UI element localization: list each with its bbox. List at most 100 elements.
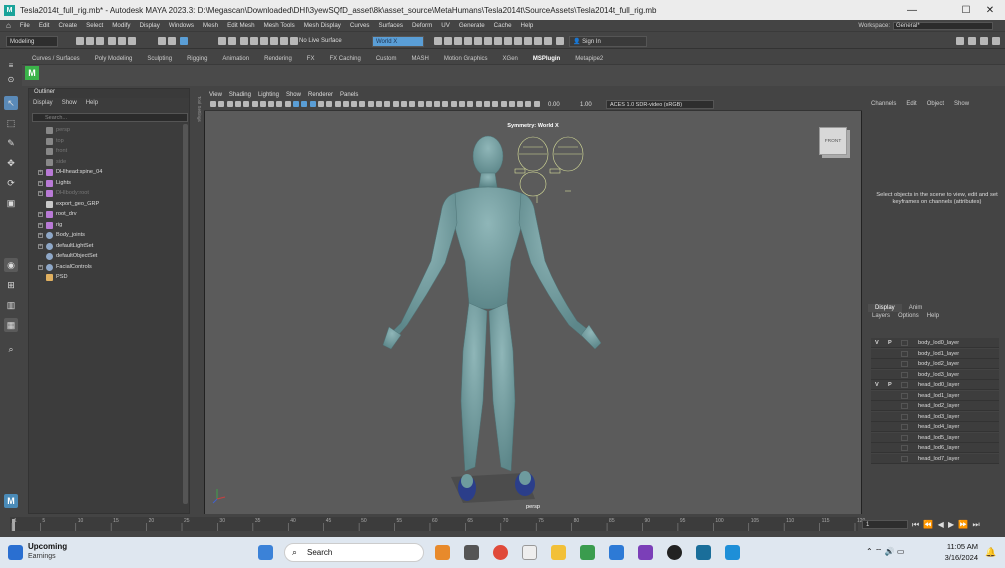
viewport-menu-shading[interactable]: Shading <box>229 92 251 98</box>
layer-color-swatch[interactable] <box>901 392 908 399</box>
menu-uv[interactable]: UV <box>441 22 450 29</box>
widget-title[interactable]: Upcoming <box>28 542 67 551</box>
chrome-icon[interactable] <box>493 545 508 560</box>
menu-help[interactable]: Help <box>521 22 534 29</box>
viewport-tool-icon[interactable] <box>276 101 283 107</box>
viewport-tool-icon[interactable] <box>517 101 524 107</box>
menu-display[interactable]: Display <box>140 22 160 29</box>
shelf-tab-fx[interactable]: FX <box>307 56 315 62</box>
viewport-tool-icon[interactable] <box>309 101 316 107</box>
status-tool-icon[interactable] <box>504 37 512 45</box>
outliner-item[interactable]: PSD <box>29 272 189 283</box>
viewport-tool-icon[interactable] <box>268 101 275 107</box>
visual-studio-icon[interactable] <box>638 545 653 560</box>
viewport-tool-icon[interactable] <box>508 101 515 107</box>
outliner-menu-display[interactable]: Display <box>33 100 53 106</box>
channel-menu-channels[interactable]: Channels <box>871 101 896 107</box>
layer-tab-display[interactable]: Display <box>868 304 902 312</box>
layer-row[interactable]: body_lod2_layer <box>871 359 999 369</box>
layer-visibility-toggle[interactable]: V <box>875 380 881 390</box>
vscode-icon[interactable] <box>609 545 624 560</box>
viewport-tool-icon[interactable] <box>376 101 382 107</box>
layer-color-swatch[interactable] <box>901 445 908 451</box>
viewport-tool-icon[interactable] <box>400 101 407 107</box>
expand-toggle-icon[interactable]: + <box>38 233 43 238</box>
layer-color-swatch[interactable] <box>901 434 908 441</box>
layer-row[interactable]: body_lod3_layer <box>871 369 999 380</box>
outliner-item[interactable]: + root_drv <box>29 209 189 220</box>
menu-modify[interactable]: Modify <box>112 22 130 29</box>
shelf-tab-motion-graphics[interactable]: Motion Graphics <box>444 56 488 62</box>
channel-menu-show[interactable]: Show <box>954 101 969 107</box>
viewport-tool-icon[interactable] <box>218 101 225 107</box>
move-tool-icon[interactable]: ✥ <box>4 156 18 170</box>
layer-visibility-toggle[interactable]: V <box>875 338 881 348</box>
layer-color-swatch[interactable] <box>901 350 908 357</box>
layer-row[interactable]: head_lod1_layer <box>871 390 999 401</box>
layer-playback-toggle[interactable]: P <box>888 338 894 348</box>
layer-menu-options[interactable]: Options <box>898 313 919 319</box>
layer-menu-help[interactable]: Help <box>927 313 939 319</box>
shelf-tab-sculpting[interactable]: Sculpting <box>147 56 172 62</box>
status-tool-icon[interactable] <box>524 37 532 45</box>
weather-icon[interactable] <box>8 545 23 560</box>
status-tool-icon[interactable] <box>280 37 288 45</box>
status-tool-icon[interactable] <box>464 37 472 45</box>
viewport-tool-icon[interactable] <box>226 101 233 107</box>
menu-file[interactable]: File <box>20 22 30 29</box>
outliner-item[interactable]: + DHIhead:spine_04 <box>29 167 189 178</box>
copilot-icon[interactable] <box>435 545 450 560</box>
layer-row[interactable]: V Pbody_lod0_layer <box>871 338 999 348</box>
status-tool-icon[interactable] <box>474 37 482 45</box>
layer-color-swatch[interactable] <box>901 424 908 430</box>
3d-viewport[interactable]: Symmetry: World X persp FRONT <box>205 111 861 514</box>
outliner-item[interactable]: + defaultLightSet <box>29 241 189 252</box>
grid-menu-icon[interactable]: ≡ <box>4 58 18 72</box>
layer-color-swatch[interactable] <box>901 403 908 409</box>
outliner-item[interactable]: + DHIbody:root <box>29 188 189 199</box>
status-tool-icon[interactable] <box>544 37 552 45</box>
shelf-tab-poly-modeling[interactable]: Poly Modeling <box>95 56 133 62</box>
shelf-tab-animation[interactable]: Animation <box>222 56 249 62</box>
viewport-tool-icon[interactable] <box>483 101 490 107</box>
status-tool-icon[interactable] <box>484 37 492 45</box>
menu-edit-mesh[interactable]: Edit Mesh <box>227 22 255 29</box>
status-tool-icon[interactable] <box>218 37 226 45</box>
outliner-item[interactable]: top <box>29 136 189 147</box>
outliner-item[interactable]: + rig <box>29 220 189 231</box>
shelf-tab-custom[interactable]: Custom <box>376 56 397 62</box>
status-tool-icon[interactable] <box>980 37 988 45</box>
expand-toggle-icon[interactable]: + <box>38 264 43 270</box>
outliner-scrollbar[interactable] <box>183 124 188 504</box>
current-frame-field[interactable]: 1 <box>862 520 908 529</box>
gamma-field[interactable]: 1.00 <box>580 102 592 108</box>
close-button[interactable]: ✕ <box>975 0 1005 20</box>
menu-windows[interactable]: Windows <box>169 22 194 29</box>
status-tool-icon[interactable] <box>494 37 502 45</box>
sign-in-button[interactable]: 👤 Sign In <box>569 36 647 47</box>
layer-color-swatch[interactable] <box>901 371 908 378</box>
start-icon[interactable] <box>258 545 273 560</box>
status-tool-icon[interactable] <box>270 37 278 45</box>
viewport-tool-icon[interactable] <box>293 101 299 107</box>
viewport-tool-icon[interactable] <box>326 101 333 107</box>
home-icon[interactable]: ⌂ <box>6 21 11 30</box>
time-slider[interactable]: 1 5 10 15 20 25 30 35 40 45 50 55 60 65 70 75 80 85 90 95 10… <box>0 514 1005 537</box>
viewport-tool-icon[interactable] <box>317 101 324 107</box>
outliner-item[interactable]: + Lights <box>29 178 189 189</box>
rotate-tool-icon[interactable]: ⟳ <box>4 176 18 190</box>
status-tool-icon[interactable] <box>992 37 1000 45</box>
menu-generate[interactable]: Generate <box>459 22 485 29</box>
viewport-tool-icon[interactable] <box>384 101 391 107</box>
playback-controls[interactable]: ⏮ ⏪ ◀ ▶ ⏩ ⏭ <box>912 520 981 530</box>
viewport-tool-icon[interactable] <box>392 101 399 107</box>
status-tool-icon[interactable] <box>108 37 116 45</box>
shelf-tab-rigging[interactable]: Rigging <box>187 56 207 62</box>
expand-toggle-icon[interactable]: + <box>38 222 43 228</box>
status-tool-icon[interactable] <box>76 37 84 45</box>
status-tool-icon[interactable] <box>444 37 452 45</box>
status-tool-icon[interactable] <box>128 37 136 45</box>
expand-toggle-icon[interactable]: + <box>38 212 43 217</box>
layer-color-swatch[interactable] <box>901 340 908 346</box>
status-tool-icon[interactable] <box>180 37 188 45</box>
